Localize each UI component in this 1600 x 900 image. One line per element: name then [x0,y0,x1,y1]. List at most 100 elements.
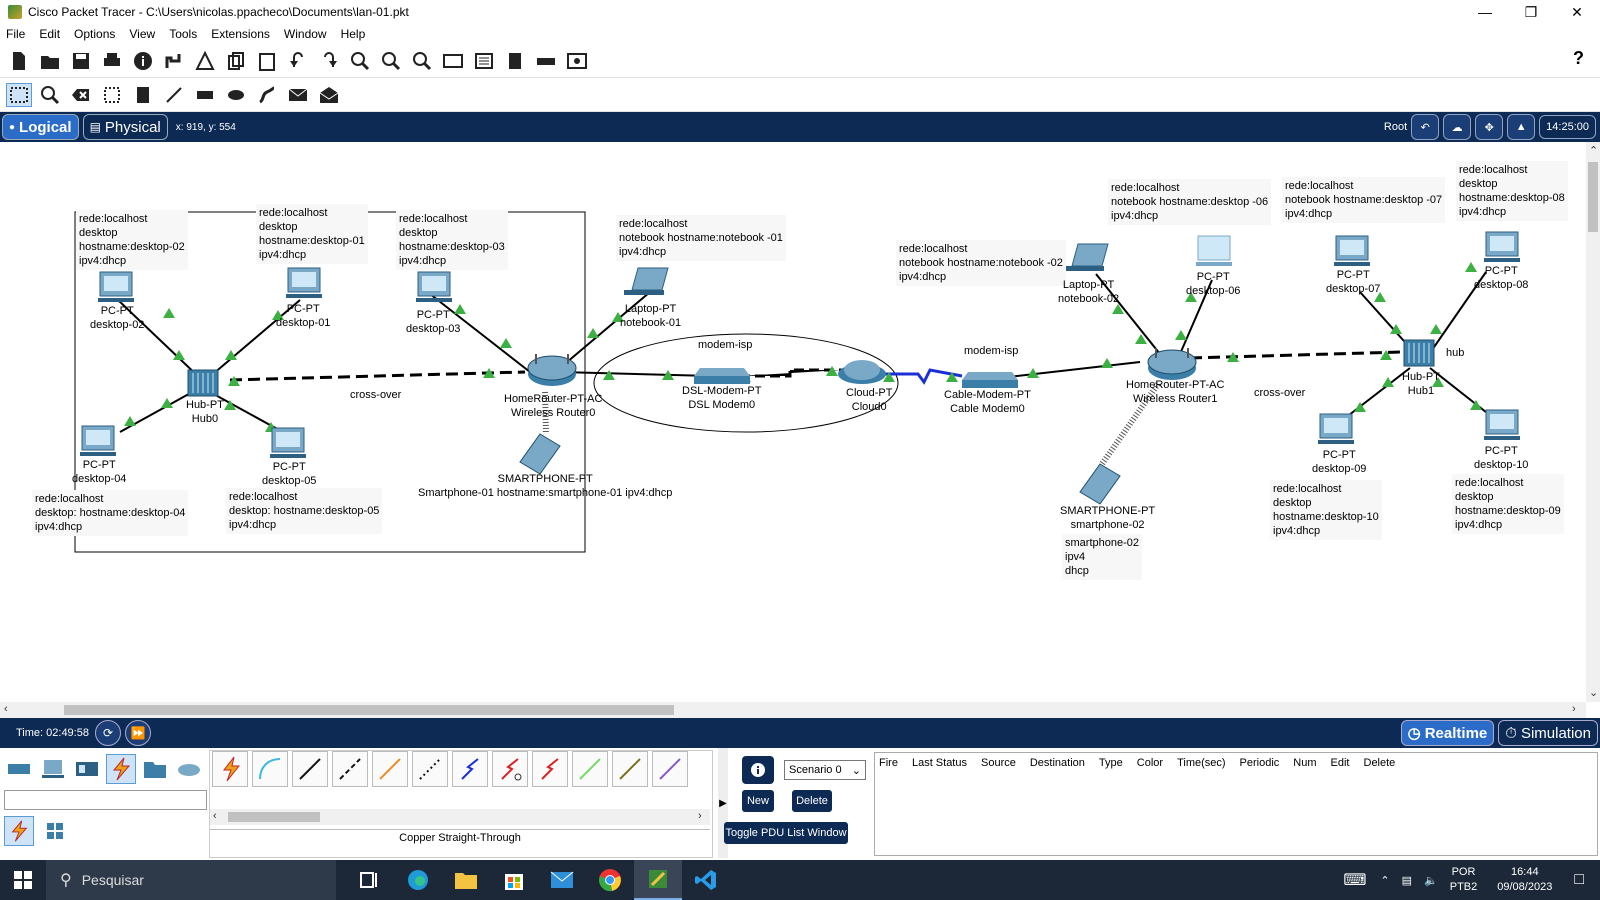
tab-simulation[interactable]: ⏱ Simulation [1498,720,1598,746]
note-desktop-10[interactable]: rede:localhost desktop hostname:desktop-… [1270,480,1382,540]
menu-view[interactable]: View [129,27,155,41]
delete-scenario-button[interactable]: Delete [792,790,832,812]
print-icon[interactable] [99,49,125,73]
usb-cable-icon[interactable] [652,751,688,787]
workspace-horizontal-scrollbar[interactable]: ‹ › [0,702,1586,718]
simple-pdu-icon[interactable] [285,83,311,107]
draw-line-icon[interactable] [161,83,187,107]
new-file-icon[interactable] [6,49,32,73]
cluster-icon[interactable]: ☁ [1443,114,1472,140]
windows-start-icon[interactable] [0,860,46,900]
note-desktop-05[interactable]: rede:localhost desktop: hostname:desktop… [226,488,383,534]
store-icon[interactable] [490,860,538,900]
notes-icon[interactable] [502,49,528,73]
copper-straight-through-icon[interactable] [292,751,328,787]
language-indicator[interactable]: POR PTB2 [1450,865,1478,895]
undo-icon[interactable] [285,49,311,73]
serial-dce-icon[interactable] [492,751,528,787]
new-scenario-button[interactable]: New [742,790,774,812]
note-desktop-06[interactable]: rede:localhost notebook hostname:desktop… [1108,179,1272,225]
open-folder-icon[interactable] [37,49,63,73]
maximize-button[interactable]: ❐ [1508,0,1554,24]
fiber-icon[interactable] [372,751,408,787]
connections-icon[interactable] [106,754,136,784]
logical-workspace[interactable]: rede:localhost desktop hostname:desktop-… [0,142,1586,702]
note-desktop-07[interactable]: rede:localhost notebook hostname:desktop… [1282,177,1446,223]
vscode-icon[interactable] [682,860,730,900]
end-devices-icon[interactable] [38,754,68,784]
connections-subcategory-icon[interactable] [4,816,34,846]
zoom-out-icon[interactable] [409,49,435,73]
serial-dte-icon[interactable] [532,751,568,787]
copy-icon[interactable] [223,49,249,73]
coaxial-icon[interactable] [452,751,488,787]
note-desktop-03[interactable]: rede:localhost desktop hostname:desktop-… [396,210,508,270]
fast-forward-icon[interactable]: ⏩ [124,720,151,746]
console-cable-icon[interactable] [252,751,288,787]
help-icon[interactable]: ? [1573,48,1584,69]
scenario-select[interactable]: Scenario 0 ⌄ [784,760,866,780]
note-notebook-01[interactable]: rede:localhost notebook hostname:noteboo… [616,215,786,261]
minimize-button[interactable]: — [1462,0,1508,24]
edge-icon[interactable] [394,860,442,900]
paste-icon[interactable] [254,49,280,73]
save-icon[interactable] [68,49,94,73]
menu-window[interactable]: Window [284,27,327,41]
draw-rectangle-icon[interactable] [192,83,218,107]
draw-ellipse-icon[interactable] [223,83,249,107]
note-desktop-01[interactable]: rede:localhost desktop hostname:desktop-… [256,204,368,264]
iot-custom-cable-icon[interactable] [612,751,648,787]
keyboard-icon[interactable]: ⌨ [1343,870,1366,890]
environment-time[interactable]: 14:25:00 [1539,115,1596,139]
menu-extensions[interactable]: Extensions [211,27,270,41]
device-search-input[interactable] [4,790,207,810]
task-view-icon[interactable] [346,860,394,900]
volume-icon[interactable]: 🔈 [1424,874,1438,887]
phone-cable-icon[interactable] [412,751,448,787]
chrome-icon[interactable] [586,860,634,900]
vertical-scroll-thumb[interactable] [1588,162,1598,232]
horizontal-scroll-thumb[interactable] [64,705,674,715]
notifications-icon[interactable]: □ [1574,871,1584,889]
taskbar-clock[interactable]: 16:44 09/08/2023 [1497,865,1552,895]
menu-file[interactable]: File [6,27,25,41]
miscellaneous-icon[interactable] [140,754,170,784]
redo-icon[interactable] [316,49,342,73]
note-desktop-09[interactable]: rede:localhost desktop hostname:desktop-… [1452,474,1564,534]
inspect-tool-icon[interactable] [37,83,63,107]
network-info-icon[interactable] [161,49,187,73]
note-smartphone-02[interactable]: smartphone-02 ipv4 dhcp [1062,534,1142,580]
screenshot-icon[interactable] [564,49,590,73]
custom-device-icon[interactable] [471,49,497,73]
note-desktop-08[interactable]: rede:localhost desktop hostname:desktop-… [1456,161,1568,221]
components-icon[interactable] [72,754,102,784]
delete-tool-icon[interactable] [68,83,94,107]
connection-scroll-thumb[interactable] [228,812,320,822]
note-desktop-02[interactable]: rede:localhost desktop hostname:desktop-… [76,210,188,270]
complex-pdu-icon[interactable] [316,83,342,107]
select-tool-icon[interactable] [6,82,32,107]
activity-wizard-icon[interactable] [192,49,218,73]
tab-realtime[interactable]: ◷ Realtime [1400,720,1495,746]
menu-options[interactable]: Options [74,27,115,41]
close-button[interactable]: ✕ [1554,0,1600,24]
zoom-in-icon[interactable] [347,49,373,73]
packet-tracer-taskbar-icon[interactable] [634,860,682,900]
menu-help[interactable]: Help [341,27,366,41]
menu-tools[interactable]: Tools [169,27,197,41]
taskbar-search[interactable]: ⚲ Pesquisar [46,860,336,900]
drawing-palette-icon[interactable] [440,49,466,73]
toggle-pdu-list-button[interactable]: Toggle PDU List Window [724,822,848,844]
multiuser-icon[interactable] [174,754,204,784]
chevron-up-icon[interactable]: ⌃ [1380,874,1389,887]
auto-connection-icon[interactable] [212,751,248,787]
power-cycle-icon[interactable]: ⟳ [94,720,121,746]
info-icon[interactable] [130,49,156,73]
tab-logical[interactable]: ● Logical [2,114,79,140]
connection-types-scrollbar[interactable]: ‹ › [210,809,710,825]
menu-edit[interactable]: Edit [39,27,60,41]
move-icon[interactable]: ✥ [1475,114,1504,140]
scenario-info-icon[interactable] [742,756,774,784]
mail-icon[interactable] [538,860,586,900]
zoom-reset-icon[interactable] [378,49,404,73]
